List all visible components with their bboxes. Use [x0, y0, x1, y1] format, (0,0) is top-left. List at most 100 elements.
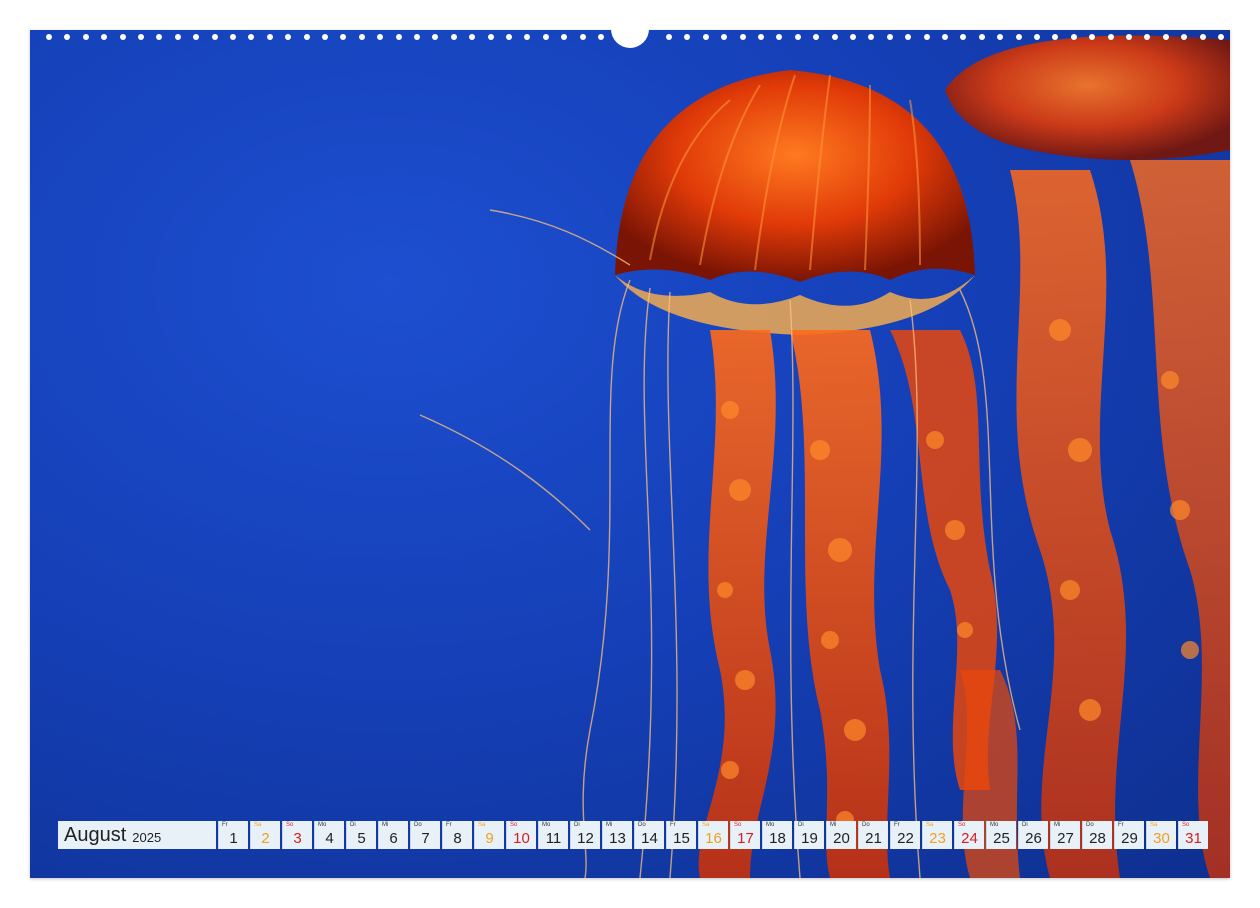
day-cells: Fr 1 Sa 2 So 3 Mo 4 Di 5 Mi 6 Do 7 Fr 8 Sa 9 So 10 Mo 11 Di 12 M… — [218, 821, 1208, 849]
day-cell: Sa 2 — [250, 821, 280, 849]
weekday-label: Mo — [542, 822, 551, 828]
day-number: 28 — [1089, 830, 1106, 847]
day-number: 22 — [897, 830, 914, 847]
day-cell: Fr 15 — [666, 821, 696, 849]
binding-hole — [960, 34, 967, 40]
day-cell: Do 21 — [858, 821, 888, 849]
binding-hole — [1218, 34, 1224, 40]
binding-hole — [64, 34, 71, 40]
binding-hole — [211, 34, 218, 40]
day-number: 31 — [1185, 830, 1202, 847]
day-number: 24 — [961, 830, 978, 847]
binding-hole — [1052, 34, 1059, 40]
binding-hole — [450, 34, 457, 40]
jellyfish-photo — [419, 35, 1230, 878]
binding-hole — [1126, 34, 1132, 40]
binding-hole — [1144, 34, 1151, 40]
day-cell: So 24 — [954, 821, 984, 849]
binding-hole — [1034, 34, 1040, 40]
weekday-label: Fr — [1118, 822, 1124, 828]
binding-hole — [905, 34, 912, 40]
binding-hole — [666, 34, 672, 40]
binding-hole — [1070, 34, 1077, 40]
weekday-label: So — [734, 822, 742, 828]
binding-hole — [156, 34, 163, 40]
weekday-label: Do — [638, 822, 646, 828]
weekday-label: Mi — [606, 822, 613, 828]
year-label: 2025 — [132, 829, 162, 845]
day-number: 16 — [705, 830, 722, 847]
binding-hole — [101, 34, 108, 40]
day-number: 17 — [737, 830, 754, 847]
binding-hole — [997, 34, 1004, 40]
day-cell: Sa 30 — [1146, 821, 1176, 849]
binding-hole — [303, 34, 310, 40]
binding-hole — [886, 34, 893, 40]
binding-hole — [813, 34, 820, 40]
day-number: 13 — [609, 830, 626, 847]
day-number: 2 — [261, 830, 270, 847]
binding-hole — [1015, 34, 1022, 40]
binding-hole — [794, 34, 801, 40]
day-number: 15 — [673, 830, 690, 847]
weekday-label: Di — [350, 822, 356, 828]
day-number: 14 — [641, 830, 658, 847]
day-cell: Mo 11 — [538, 821, 568, 849]
binding-hole — [414, 34, 420, 40]
month-calendar-strip: August 2025 Fr 1 Sa 2 So 3 Mo 4 Di 5 Mi 6 Do 7 Fr 8 Sa 9 S… — [58, 821, 1208, 849]
binding-hole — [506, 34, 512, 40]
binding-hole — [340, 34, 347, 40]
day-cell: Di 5 — [346, 821, 376, 849]
binding-hole — [524, 34, 531, 40]
weekday-label: Mo — [990, 822, 999, 828]
binding-hole — [119, 34, 126, 40]
day-number: 26 — [1025, 830, 1042, 847]
binding-hole — [230, 34, 236, 40]
day-cell: So 31 — [1178, 821, 1208, 849]
day-cell: Sa 16 — [698, 821, 728, 849]
day-cell: Do 7 — [410, 821, 440, 849]
binding-hole — [174, 34, 181, 40]
weekday-label: Sa — [702, 822, 710, 828]
binding-hole — [82, 34, 89, 40]
weekday-label: Di — [798, 822, 804, 828]
binding-hole — [1162, 34, 1169, 40]
day-number: 9 — [485, 830, 494, 847]
weekday-label: Sa — [478, 822, 486, 828]
day-number: 20 — [833, 830, 850, 847]
weekday-label: Mi — [382, 822, 389, 828]
day-cell: Di 26 — [1018, 821, 1048, 849]
binding-hole — [850, 34, 856, 40]
day-number: 19 — [801, 830, 818, 847]
day-cell: Sa 23 — [922, 821, 952, 849]
binding-hole — [248, 34, 255, 40]
day-number: 1 — [229, 830, 238, 847]
day-cell: Di 12 — [570, 821, 600, 849]
day-number: 8 — [453, 830, 462, 847]
weekday-label: Di — [1022, 822, 1028, 828]
binding-hole — [598, 34, 604, 40]
binding-hole — [739, 34, 746, 40]
binding-hole — [684, 34, 691, 40]
day-cell: So 10 — [506, 821, 536, 849]
day-number: 6 — [389, 830, 398, 847]
weekday-label: Mi — [1054, 822, 1061, 828]
binding-hole — [266, 34, 273, 40]
day-cell: Mi 13 — [602, 821, 632, 849]
binding-hole — [46, 34, 52, 40]
day-cell: Fr 29 — [1114, 821, 1144, 849]
day-number: 27 — [1057, 830, 1074, 847]
weekday-label: So — [510, 822, 518, 828]
day-number: 3 — [293, 830, 302, 847]
weekday-label: Do — [862, 822, 870, 828]
weekday-label: Fr — [894, 822, 900, 828]
day-number: 30 — [1153, 830, 1170, 847]
day-number: 23 — [929, 830, 946, 847]
weekday-label: So — [1182, 822, 1190, 828]
binding-hole — [1181, 34, 1188, 40]
day-cell: Fr 8 — [442, 821, 472, 849]
binding-hole — [193, 34, 200, 40]
day-cell: Mo 18 — [762, 821, 792, 849]
month-name: August — [64, 823, 127, 846]
day-number: 10 — [513, 830, 530, 847]
